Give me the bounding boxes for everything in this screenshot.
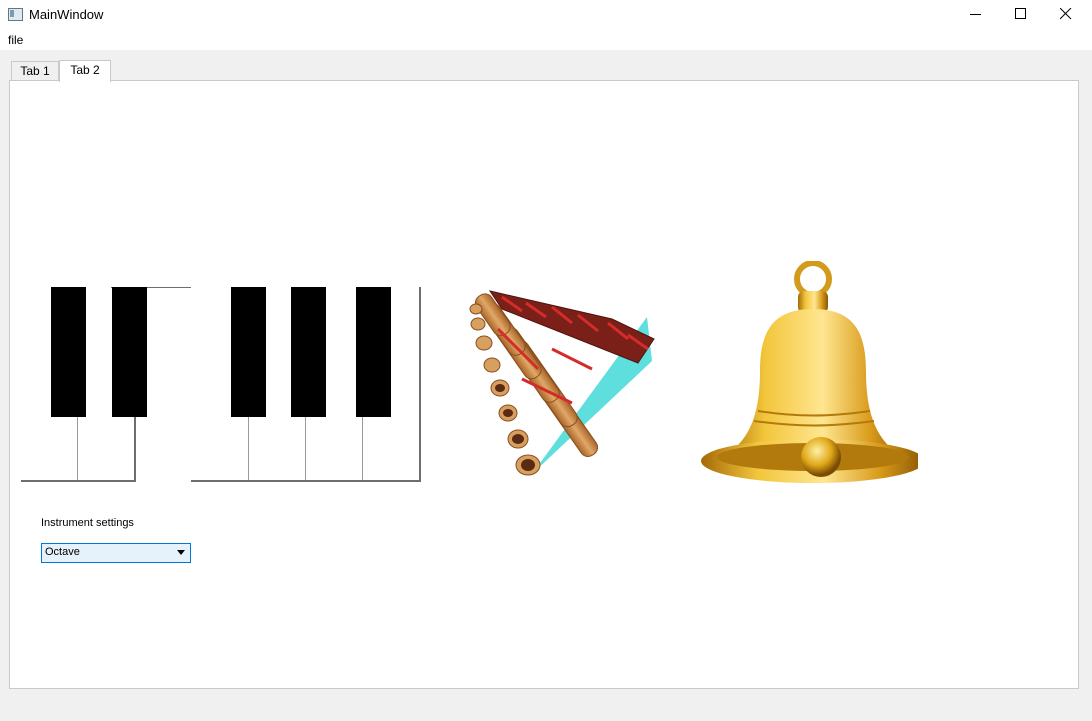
white-key-divider	[248, 417, 249, 480]
minimize-button[interactable]	[954, 0, 1000, 30]
instrument-combo-box[interactable]: Octave	[41, 543, 191, 563]
status-bar	[0, 700, 1092, 721]
menu-file[interactable]: file	[8, 33, 23, 47]
chevron-down-icon	[177, 550, 185, 555]
white-key-divider	[305, 417, 306, 480]
tab-1[interactable]: Tab 1	[11, 61, 59, 81]
menu-bar: file	[0, 30, 1092, 50]
white-key-divider	[77, 417, 78, 480]
piano-right-edge	[419, 287, 421, 481]
minimize-icon	[970, 14, 981, 15]
piano-bottom-edge	[191, 480, 421, 482]
maximize-icon	[1015, 8, 1026, 19]
close-button[interactable]	[1044, 0, 1090, 30]
black-key[interactable]	[51, 287, 86, 417]
piano-segment-edge	[134, 417, 136, 481]
close-icon	[1060, 8, 1072, 20]
white-key-divider	[362, 417, 363, 480]
tab-2[interactable]: Tab 2	[59, 60, 111, 82]
pan-flute-icon[interactable]	[462, 279, 662, 484]
black-key[interactable]	[231, 287, 266, 417]
piano-keyboard-icon-right[interactable]	[191, 287, 421, 482]
tab-pane: Instrument settings Octave	[9, 80, 1079, 689]
combo-value: Octave	[45, 546, 80, 558]
piano-bottom-edge	[21, 480, 136, 482]
black-key[interactable]	[356, 287, 391, 417]
black-key[interactable]	[291, 287, 326, 417]
maximize-button[interactable]	[999, 0, 1045, 30]
app-window-icon	[8, 8, 23, 21]
piano-keyboard-icon[interactable]	[21, 287, 191, 482]
title-bar: MainWindow	[0, 0, 1092, 30]
black-key[interactable]	[112, 287, 147, 417]
instrument-settings-label: Instrument settings	[41, 517, 134, 529]
window-title: MainWindow	[29, 7, 104, 22]
golden-bell-icon[interactable]	[698, 261, 918, 503]
